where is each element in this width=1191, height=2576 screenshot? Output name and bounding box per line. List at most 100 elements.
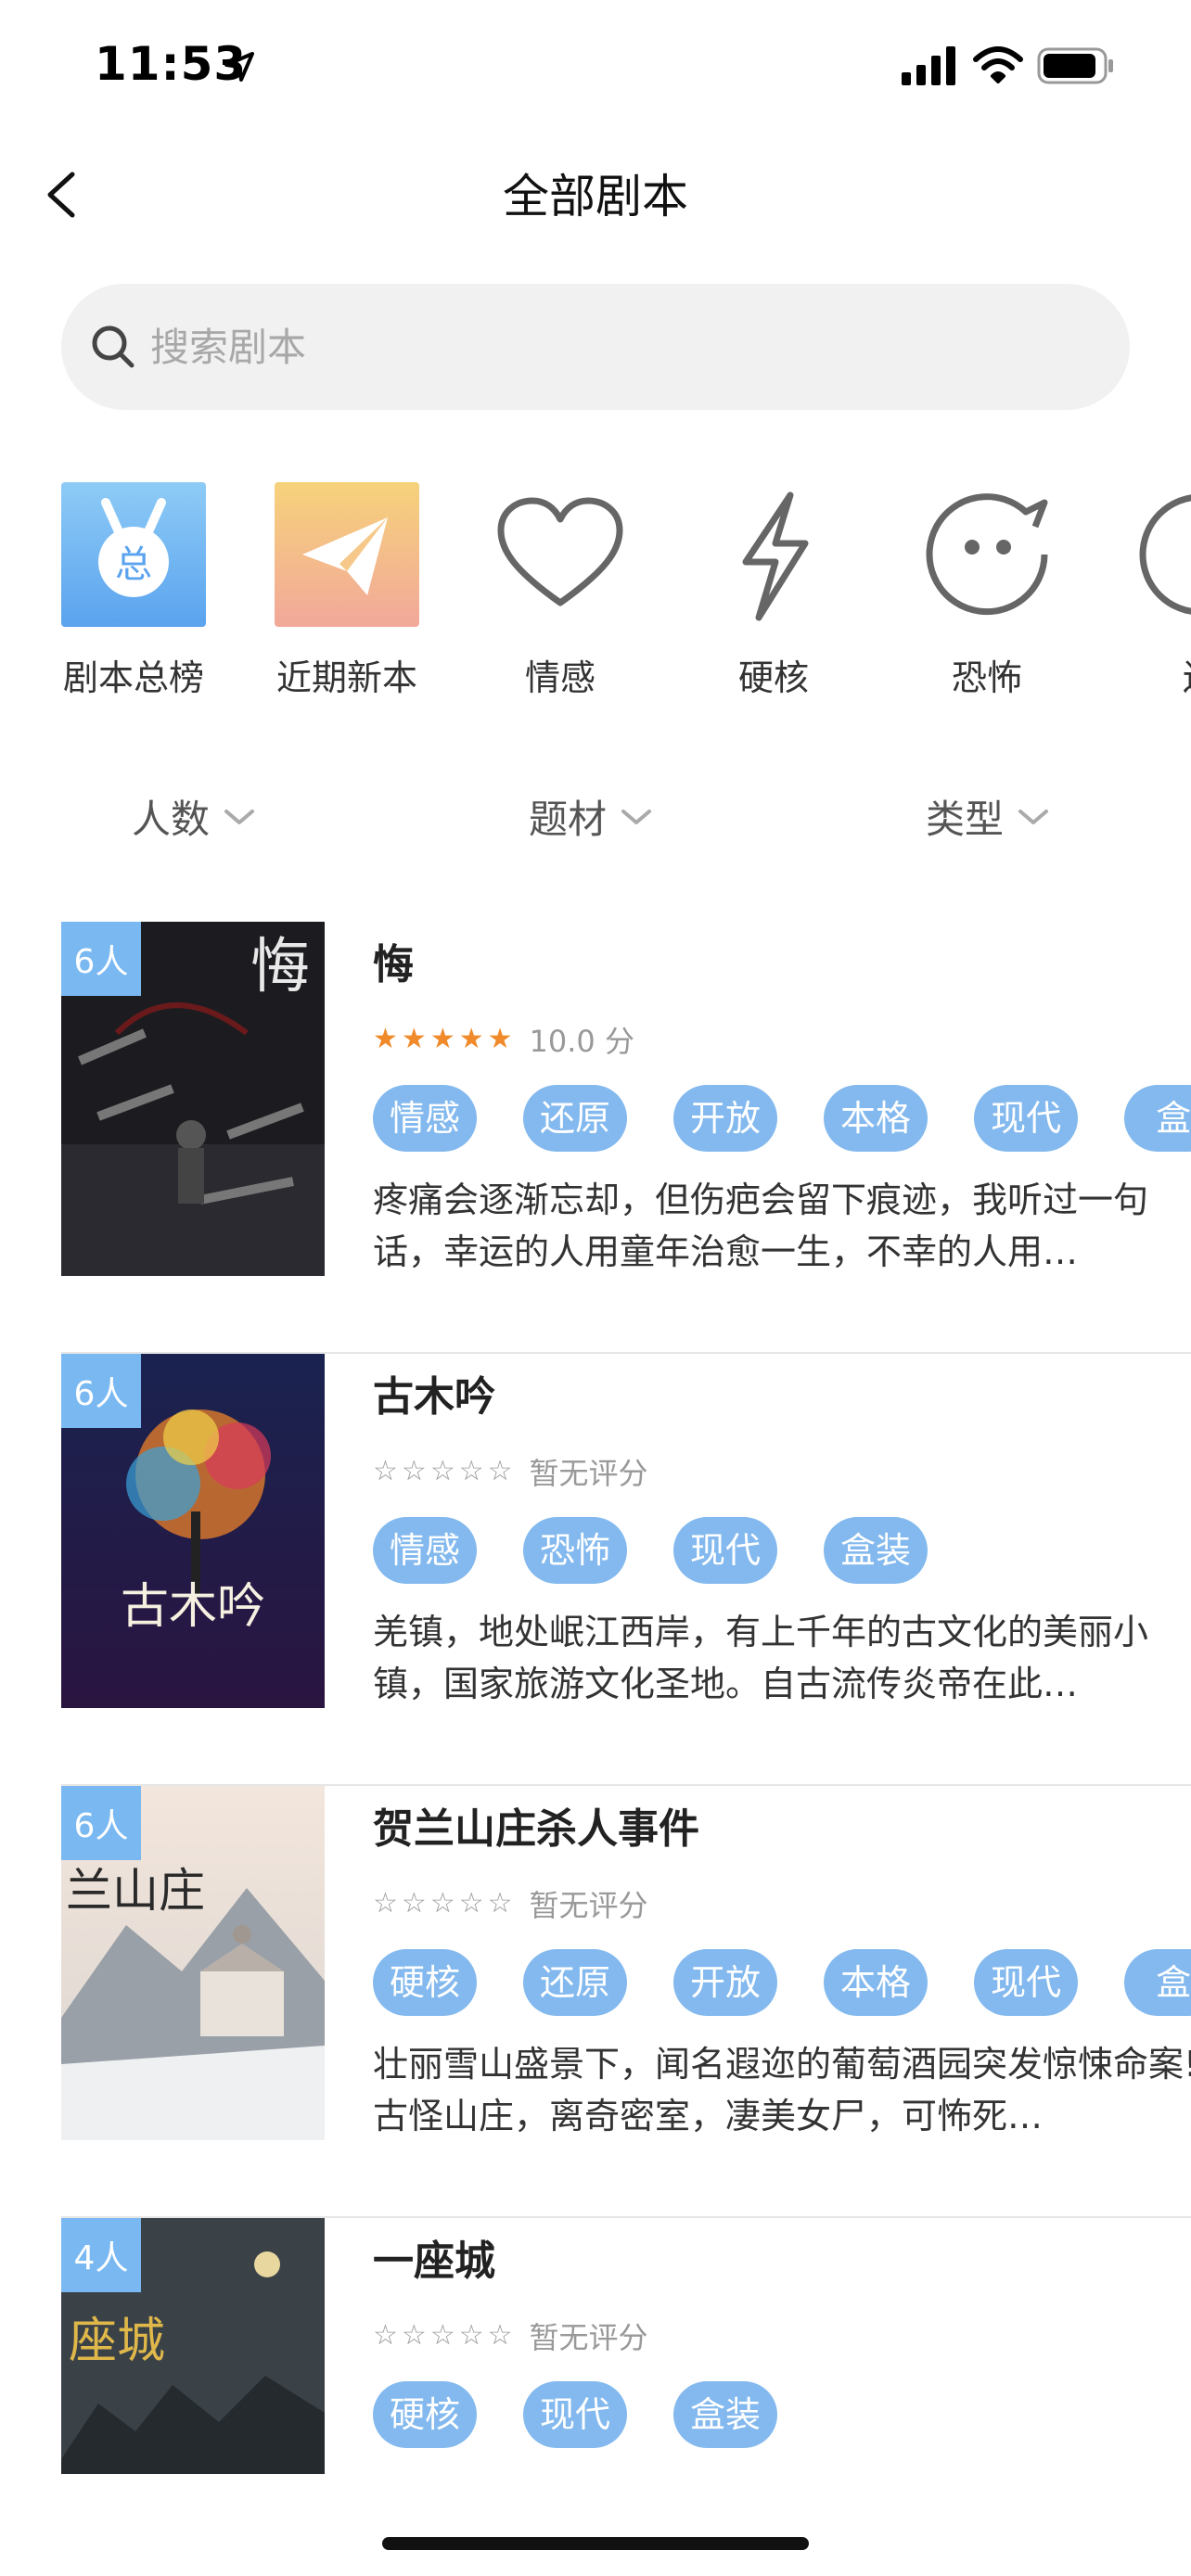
star-icon: ★ bbox=[401, 1023, 427, 1055]
script-cover: 古木吟 6人 bbox=[61, 1354, 325, 1708]
filter-players[interactable]: 人数 bbox=[132, 788, 256, 845]
star-icon: ★ bbox=[458, 1023, 484, 1055]
filter-theme[interactable]: 题材 bbox=[529, 788, 653, 845]
tag: 现代 bbox=[974, 1949, 1079, 2016]
ghost-face-icon bbox=[926, 493, 1048, 616]
players-badge: 4人 bbox=[61, 2218, 141, 2292]
script-item[interactable]: 古木吟 6人 古木吟 ☆ ☆ ☆ ☆ ☆ 暂无评分 情感 恐怖 现代 盒装 羌镇，地处… bbox=[61, 1354, 1191, 1786]
star-outline-icon: ☆ bbox=[373, 1455, 398, 1487]
star-outline-icon: ☆ bbox=[487, 1887, 513, 1919]
script-title: 一座城 bbox=[373, 2238, 495, 2285]
tag: 现代 bbox=[974, 1085, 1079, 1152]
rating: ☆ ☆ ☆ ☆ ☆ 暂无评分 bbox=[373, 1882, 648, 1925]
tag-list: 硬核 还原 开放 本格 现代盒 bbox=[373, 1949, 1191, 2020]
circle-icon bbox=[1139, 494, 1191, 615]
rating-text: 暂无评分 bbox=[529, 1888, 648, 1923]
tag: 还原 bbox=[523, 1949, 628, 2016]
ranking-medal-icon: 总 bbox=[61, 482, 206, 627]
rating: ★ ★ ★ ★ ★ 10.0 分 bbox=[373, 1018, 634, 1061]
script-title: 悔 bbox=[373, 941, 414, 988]
tag: 盒装 bbox=[824, 1517, 928, 1584]
tag-list: 情感 恐怖 现代 盒装 bbox=[373, 1517, 1191, 1588]
search-input[interactable] bbox=[150, 284, 1078, 410]
filter-bar: 人数 题材 类型 bbox=[0, 788, 1191, 862]
rating-text: 暂无评分 bbox=[529, 1456, 648, 1491]
category-label: 剧本总榜 bbox=[62, 657, 204, 698]
rating-text: 暂无评分 bbox=[529, 2320, 648, 2355]
filter-label: 人数 bbox=[132, 797, 211, 842]
tag-list: 情感 还原 开放 本格 现代盒 bbox=[373, 1085, 1191, 1155]
page-title: 全部剧本 bbox=[503, 170, 688, 223]
rating-text: 10.0 分 bbox=[529, 1024, 634, 1059]
cover-title-text: 座城 bbox=[69, 2314, 165, 2369]
lightning-icon bbox=[742, 491, 809, 621]
script-cover: 兰山庄 6人 bbox=[61, 1786, 325, 2140]
tag: 本格 bbox=[824, 1085, 928, 1152]
heart-icon bbox=[497, 497, 623, 606]
star-rating: ★ ★ ★ ★ ★ bbox=[373, 1026, 513, 1053]
filter-label: 类型 bbox=[926, 797, 1005, 842]
location-arrow-icon bbox=[224, 52, 254, 82]
script-cover: 悔 6人 bbox=[61, 922, 325, 1276]
tag-list: 硬核 现代 盒装 bbox=[373, 2381, 1191, 2452]
tag: 情感 bbox=[373, 1085, 478, 1152]
star-icon: ★ bbox=[429, 1023, 455, 1055]
script-description: 羌镇，地处岷江西岸，有上千年的古文化的美丽小镇，国家旅游文化圣地。自古流传炎帝在… bbox=[373, 1612, 1149, 1704]
tag: 盒装 bbox=[673, 2381, 778, 2448]
tag: 还原 bbox=[523, 1085, 628, 1152]
script-description: 壮丽雪山盛景下，闻名遐迩的葡萄酒园突发惊悚命案!古怪山庄，离奇密室，凄美女尸，可… bbox=[373, 2044, 1191, 2136]
wifi-icon bbox=[973, 46, 1023, 83]
tag: 现代 bbox=[523, 2381, 628, 2448]
status-bar: 11:53 bbox=[0, 0, 1191, 139]
rating: ☆ ☆ ☆ ☆ ☆ 暂无评分 bbox=[373, 2315, 648, 2357]
script-item[interactable]: 座城 4人 一座城 ☆ ☆ ☆ ☆ ☆ 暂无评分 硬核 现代 盒装 bbox=[61, 2218, 1191, 2496]
category-new[interactable]: 近期新本 bbox=[254, 482, 440, 700]
script-description: 疼痛会逐渐忘却，但伤疤会留下痕迹，我听过一句话，幸运的人用童年治愈一生，不幸的人… bbox=[373, 1180, 1149, 1272]
home-indicator[interactable] bbox=[382, 2537, 809, 2550]
category-label: 恐怖 bbox=[951, 657, 1022, 698]
star-outline-icon: ☆ bbox=[401, 1455, 427, 1487]
rating: ☆ ☆ ☆ ☆ ☆ 暂无评分 bbox=[373, 1450, 648, 1493]
tag: 开放 bbox=[673, 1085, 778, 1152]
star-icon: ★ bbox=[487, 1023, 513, 1055]
battery-icon bbox=[1037, 47, 1113, 84]
star-outline-icon: ☆ bbox=[373, 2319, 398, 2352]
category-label: 硬核 bbox=[737, 657, 809, 698]
category-hardcore[interactable]: 硬核 bbox=[681, 482, 866, 700]
search-bar[interactable] bbox=[61, 284, 1130, 410]
star-outline-icon: ☆ bbox=[458, 1455, 484, 1487]
star-rating: ☆ ☆ ☆ ☆ ☆ bbox=[373, 1890, 513, 1918]
category-restore[interactable]: 还 bbox=[1108, 482, 1191, 700]
cover-title-text: 兰山庄 bbox=[66, 1864, 205, 1918]
star-outline-icon: ☆ bbox=[429, 1455, 455, 1487]
category-label: 情感 bbox=[524, 657, 596, 698]
players-badge: 6人 bbox=[61, 922, 141, 996]
tag: 盒 bbox=[1124, 1949, 1191, 2016]
category-horror[interactable]: 恐怖 bbox=[894, 482, 1080, 700]
star-rating: ☆ ☆ ☆ ☆ ☆ bbox=[373, 2322, 513, 2350]
star-outline-icon: ☆ bbox=[458, 1887, 484, 1919]
tag: 现代 bbox=[673, 1517, 778, 1584]
star-outline-icon: ☆ bbox=[429, 1887, 455, 1919]
cellular-signal-icon bbox=[902, 46, 955, 85]
script-title: 贺兰山庄杀人事件 bbox=[373, 1805, 699, 1853]
script-cover: 座城 4人 bbox=[61, 2218, 325, 2474]
star-outline-icon: ☆ bbox=[487, 2319, 513, 2352]
filter-type[interactable]: 类型 bbox=[926, 788, 1050, 845]
players-badge: 6人 bbox=[61, 1786, 141, 1860]
category-emotion[interactable]: 情感 bbox=[467, 482, 653, 700]
category-ranking[interactable]: 总 剧本总榜 bbox=[41, 482, 226, 700]
script-item[interactable]: 兰山庄 6人 贺兰山庄杀人事件 ☆ ☆ ☆ ☆ ☆ 暂无评分 硬核 还原 开放 本格现… bbox=[61, 1786, 1191, 2218]
chevron-down-icon bbox=[1018, 809, 1049, 824]
star-outline-icon: ☆ bbox=[487, 1455, 513, 1487]
script-title: 古木吟 bbox=[373, 1373, 495, 1421]
category-label: 近期新本 bbox=[275, 657, 417, 698]
chevron-down-icon bbox=[621, 809, 652, 824]
tag: 本格 bbox=[824, 1949, 928, 2016]
search-icon bbox=[92, 325, 134, 368]
star-rating: ☆ ☆ ☆ ☆ ☆ bbox=[373, 1458, 513, 1486]
script-item[interactable]: 悔 6人 悔 ★ ★ ★ ★ ★ 10.0 分 情感 还原 开放 本格 现代盒 疼痛会逐… bbox=[61, 922, 1191, 1354]
filter-label: 题材 bbox=[529, 797, 608, 842]
star-outline-icon: ☆ bbox=[373, 1887, 398, 1919]
cover-title-text: 古木吟 bbox=[121, 1579, 265, 1635]
